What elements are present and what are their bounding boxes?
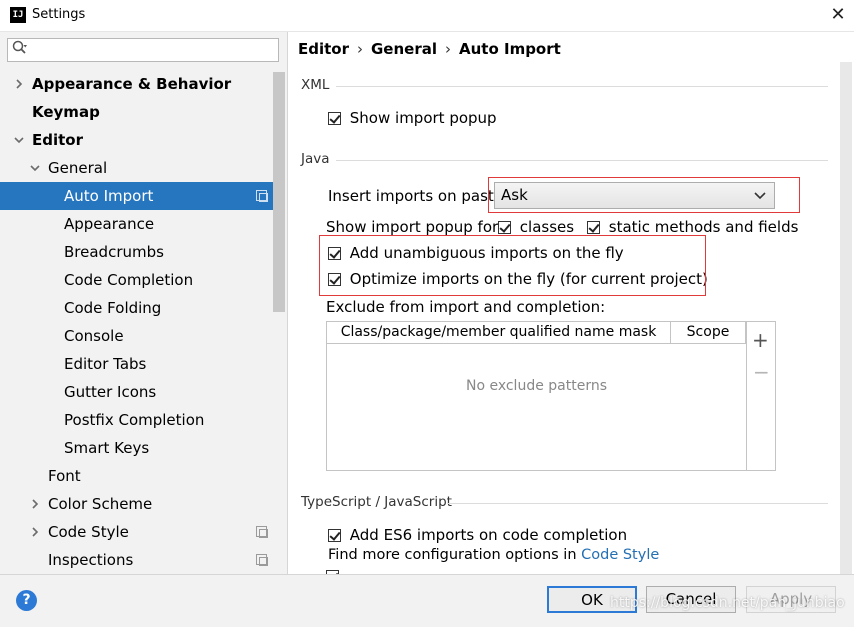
classes-label: classes xyxy=(519,218,575,236)
show-import-popup-label: Show import popup xyxy=(349,109,497,127)
sidebar-item-code-style[interactable]: Code Style xyxy=(0,518,273,546)
highlight-box-insert-imports xyxy=(488,177,800,213)
sidebar-item-label: Editor Tabs xyxy=(64,355,147,373)
show-popup-for-label: Show import popup for: xyxy=(326,218,503,236)
add-es6-label: Add ES6 imports on code completion xyxy=(349,526,628,544)
sidebar-item-editor-tabs[interactable]: Editor Tabs xyxy=(0,350,273,378)
sidebar-item-label: Code Folding xyxy=(64,299,162,317)
sidebar-item-label: Color Scheme xyxy=(48,495,153,513)
copy-icon xyxy=(256,526,268,538)
breadcrumb-item-general[interactable]: General xyxy=(371,40,437,58)
sidebar-item-label: Editor xyxy=(32,131,83,149)
sidebar-item-keymap[interactable]: Keymap xyxy=(0,98,273,126)
static-methods-checkbox[interactable] xyxy=(587,221,600,234)
sidebar-item-color-scheme[interactable]: Color Scheme xyxy=(0,490,273,518)
breadcrumb-separator: › xyxy=(357,40,363,58)
sidebar-item-postfix-completion[interactable]: Postfix Completion xyxy=(0,406,273,434)
section-title-typescript: TypeScript / JavaScript xyxy=(301,494,452,510)
empty-table-text: No exclude patterns xyxy=(465,378,608,394)
sidebar-scrollbar[interactable] xyxy=(273,72,285,312)
table-toolbar-divider xyxy=(746,322,747,470)
static-methods-label: static methods and fields xyxy=(608,218,799,236)
exclude-label: Exclude from import and completion: xyxy=(326,298,606,316)
close-icon[interactable]: ✕ xyxy=(826,3,850,27)
sidebar-item-inspections[interactable]: Inspections xyxy=(0,546,273,574)
sidebar-item-auto-import[interactable]: Auto Import xyxy=(0,182,273,210)
copy-icon xyxy=(256,554,268,566)
show-import-popup-row[interactable]: Show import popup xyxy=(328,109,497,127)
sidebar-item-label: General xyxy=(48,159,108,177)
classes-row[interactable]: classes xyxy=(498,218,574,236)
exclude-table[interactable]: Class/package/member qualified name mask… xyxy=(326,321,776,471)
highlight-box-on-the-fly xyxy=(319,235,706,296)
sidebar-item-code-folding[interactable]: Code Folding xyxy=(0,294,273,322)
watermark-text: https://blog.csdn.net/pan_junbiao xyxy=(610,595,845,611)
sidebar-item-label: Auto Import xyxy=(64,187,154,205)
find-more-prefix: Find more configuration options in xyxy=(328,547,582,563)
sidebar-item-label: Code Completion xyxy=(64,271,194,289)
column-header-mask[interactable]: Class/package/member qualified name mask xyxy=(327,322,671,344)
search-input[interactable] xyxy=(7,38,279,62)
code-style-link[interactable]: Code Style xyxy=(581,547,659,563)
section-divider xyxy=(448,503,828,504)
classes-checkbox[interactable] xyxy=(498,221,511,234)
sidebar-item-breadcrumbs[interactable]: Breadcrumbs xyxy=(0,238,273,266)
breadcrumb-separator: › xyxy=(445,40,451,58)
static-methods-row[interactable]: static methods and fields xyxy=(587,218,798,236)
copy-icon xyxy=(256,190,268,202)
sidebar-item-label: Code Style xyxy=(48,523,129,541)
sidebar-item-font[interactable]: Font xyxy=(0,462,273,490)
sidebar-item-gutter-icons[interactable]: Gutter Icons xyxy=(0,378,273,406)
sidebar-item-label: Keymap xyxy=(32,103,100,121)
add-icon[interactable]: + xyxy=(752,328,769,352)
remove-icon[interactable]: − xyxy=(753,360,770,384)
sidebar-item-label: Appearance & Behavior xyxy=(32,75,232,93)
content-scrollbar[interactable] xyxy=(840,62,852,574)
help-icon[interactable]: ? xyxy=(16,590,37,611)
add-es6-row[interactable]: Add ES6 imports on code completion xyxy=(328,526,627,544)
window-title: Settings xyxy=(32,7,86,22)
sidebar-item-label: Postfix Completion xyxy=(64,411,205,429)
section-divider xyxy=(336,86,828,87)
add-es6-checkbox[interactable] xyxy=(328,529,341,542)
sidebar-item-general[interactable]: General xyxy=(0,154,273,182)
title-bar xyxy=(0,0,854,32)
intellij-app-icon: IJ xyxy=(10,7,26,23)
insert-imports-label: Insert imports on paste: xyxy=(328,187,509,205)
sidebar-item-label: Appearance xyxy=(64,215,155,233)
column-header-scope[interactable]: Scope xyxy=(671,322,746,344)
sidebar-item-label: Smart Keys xyxy=(64,439,150,457)
sidebar-item-label: Gutter Icons xyxy=(64,383,157,401)
breadcrumb-item-auto-import: Auto Import xyxy=(459,40,561,58)
sidebar-item-smart-keys[interactable]: Smart Keys xyxy=(0,434,273,462)
sidebar-item-editor[interactable]: Editor xyxy=(0,126,273,154)
section-title-java: Java xyxy=(301,151,330,167)
sidebar-item-console[interactable]: Console xyxy=(0,322,273,350)
sidebar-item-code-completion[interactable]: Code Completion xyxy=(0,266,273,294)
section-divider xyxy=(336,160,828,161)
search-icon xyxy=(12,40,28,60)
sidebar-item-label: Console xyxy=(64,327,124,345)
show-import-popup-checkbox[interactable] xyxy=(328,112,341,125)
sidebar-item-appearance-behavior[interactable]: Appearance & Behavior xyxy=(0,70,273,98)
sidebar-item-label: Font xyxy=(48,467,81,485)
sidebar-item-label: Breadcrumbs xyxy=(64,243,164,261)
sidebar-item-appearance[interactable]: Appearance xyxy=(0,210,273,238)
find-more-text: Find more configuration options in Code … xyxy=(328,547,659,563)
sidebar-item-label: Inspections xyxy=(48,551,134,569)
breadcrumb: Editor › General › Auto Import xyxy=(298,40,561,58)
breadcrumb-item-editor[interactable]: Editor xyxy=(298,40,349,58)
section-title-xml: XML xyxy=(301,77,330,93)
